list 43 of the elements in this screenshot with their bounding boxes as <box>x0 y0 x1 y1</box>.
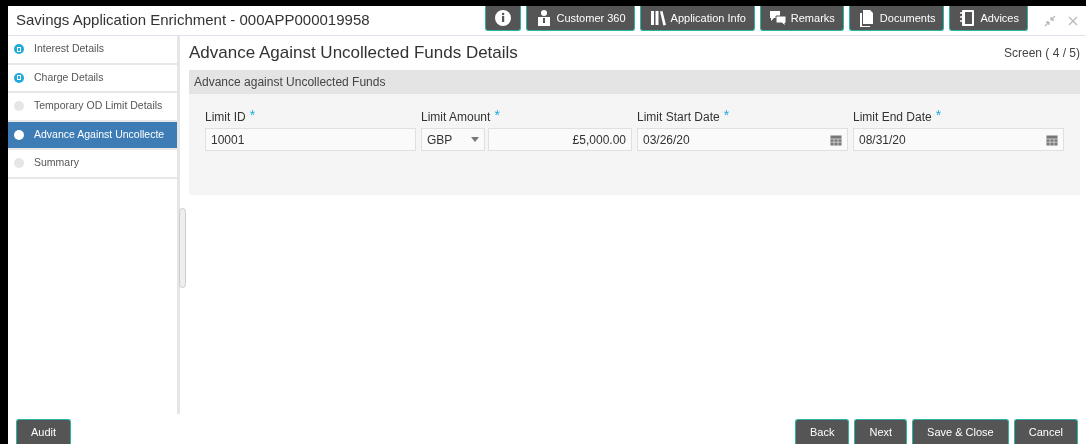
step-marker-icon <box>14 158 24 169</box>
toolbar-button[interactable]: Documents <box>848 6 945 31</box>
required-mark: * <box>935 108 942 122</box>
currency-dropdown[interactable]: GBP <box>421 128 485 151</box>
toolbar-button[interactable]: Remarks <box>759 6 844 31</box>
field-label: Limit ID <box>205 109 246 126</box>
splitter-handle[interactable] <box>179 208 186 288</box>
field-label: Limit Amount <box>421 109 491 126</box>
footer-button[interactable]: Back <box>795 419 850 444</box>
toolbar-button[interactable]: Customer 360 <box>525 6 635 31</box>
field-label: Limit Start Date <box>637 109 720 126</box>
step-marker-icon <box>14 44 24 55</box>
required-mark: * <box>249 108 256 122</box>
chat-icon <box>768 9 787 27</box>
date-input-field[interactable]: 08/31/20 <box>853 128 1064 151</box>
footer-button[interactable]: Audit <box>16 419 72 444</box>
section-title: Advance against Uncollected Funds <box>194 74 386 91</box>
books-icon <box>648 9 667 27</box>
info-button[interactable] <box>484 6 521 31</box>
calendar-icon[interactable] <box>830 133 842 146</box>
text-input-field[interactable]: 10001 <box>205 128 416 151</box>
required-mark: * <box>494 108 500 122</box>
amount-input-field[interactable]: £5,000.00 <box>488 128 632 151</box>
step-marker-icon <box>14 129 24 140</box>
footer-button[interactable]: Next <box>854 419 908 444</box>
toolbar-button[interactable]: Application Info <box>639 6 755 31</box>
info-icon <box>493 9 512 27</box>
notebook-icon <box>958 9 977 27</box>
date-input-field[interactable]: 03/26/20 <box>637 128 848 151</box>
page-heading: Advance Against Uncollected Funds Details <box>189 42 518 65</box>
footer-button[interactable]: Save & Close <box>912 419 1009 444</box>
step-marker-icon <box>14 72 24 83</box>
caret-icon <box>471 137 479 142</box>
required-mark: * <box>723 108 730 122</box>
step-marker-icon <box>14 101 24 112</box>
screen-counter: Screen ( 4 / 5) <box>1003 45 1080 62</box>
document-icon <box>857 9 876 27</box>
toolbar-button[interactable]: Advices <box>949 6 1028 31</box>
field-label: Limit End Date <box>853 109 932 126</box>
window-title: Savings Application Enrichment - 000APP000019958 <box>16 10 370 31</box>
calendar-icon[interactable] <box>1046 133 1058 146</box>
footer-button[interactable]: Cancel <box>1013 419 1078 444</box>
step-item[interactable]: Advance Against Uncollecte <box>8 121 177 150</box>
